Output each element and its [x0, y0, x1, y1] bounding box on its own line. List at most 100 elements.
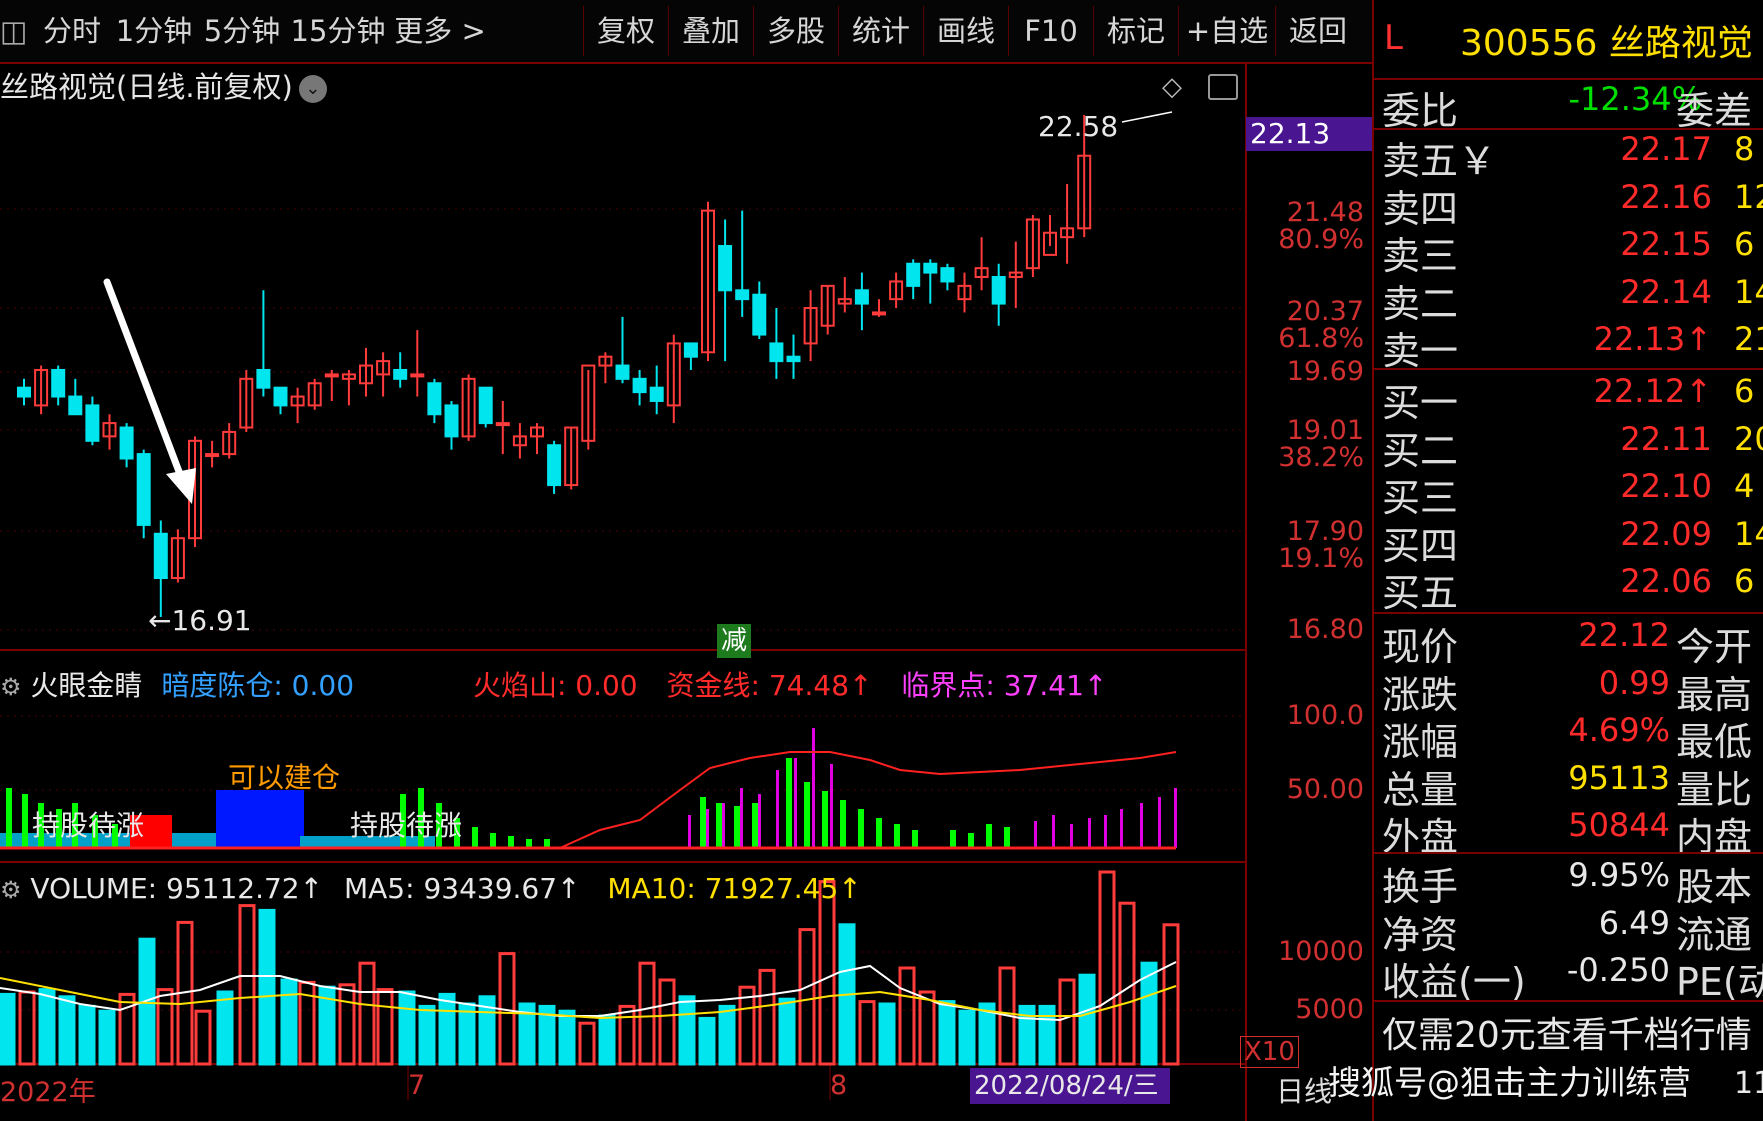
volume-bar: [558, 1009, 576, 1066]
axis-pct-3: 38.2%: [1278, 442, 1364, 473]
stat-row[interactable]: 现价 今开 22.12: [1374, 616, 1763, 669]
window-icon[interactable]: [1208, 74, 1238, 100]
bid-row[interactable]: 买二2022.11: [1374, 419, 1763, 473]
ma5-value: MA5: 93439.67↑: [343, 872, 581, 905]
kline-chart[interactable]: [0, 0, 1372, 1121]
promo-text[interactable]: 仅需20元查看千档行情: [1382, 1006, 1752, 1058]
candle-body: [153, 532, 168, 580]
stat-row[interactable]: 净资 流通 6.49: [1374, 903, 1763, 957]
huoyanshan-value: 火焰山: 0.00: [472, 669, 638, 702]
chart-title[interactable]: 丝路视觉(日线.前复权) ⌄: [0, 64, 327, 106]
stat-row[interactable]: 涨跌 最高 0.99: [1374, 664, 1763, 717]
period-label[interactable]: 日线: [1276, 1070, 1332, 1110]
candle-body: [940, 267, 955, 283]
indicator-green-bar: [968, 833, 974, 848]
volume-bar: [878, 1002, 896, 1066]
volume-bar: [818, 880, 836, 1066]
indicator-magenta-bar: [776, 770, 779, 848]
stat-row[interactable]: 总量 量比 95113: [1374, 759, 1763, 812]
indicator-green-bar: [786, 758, 792, 848]
candle-body: [923, 262, 938, 274]
indicator-magenta-bar: [1174, 788, 1177, 848]
bid-volume: 6: [1734, 372, 1755, 410]
chevron-down-icon[interactable]: ⌄: [298, 75, 327, 103]
candle-body: [735, 289, 750, 301]
indicator-green-bar: [1004, 827, 1010, 848]
ask-row[interactable]: 卖二1422.14: [1374, 272, 1763, 326]
indicator-green-bar: [752, 803, 758, 848]
bid-row[interactable]: 买一 6 22.12↑: [1374, 372, 1763, 425]
volume-bar: [1058, 978, 1076, 1066]
weibi-row: 委比 -12.34% 委差: [1374, 80, 1763, 133]
volume-bar: [258, 908, 276, 1066]
zijinxian-value: 资金线: 74.48↑: [666, 669, 873, 702]
stat-row[interactable]: 外盘 内盘 50844: [1374, 806, 1763, 859]
volume-bar: [194, 1009, 212, 1066]
ask-row[interactable]: 卖一 21 22.13↑: [1374, 320, 1763, 373]
settings-icon[interactable]: ⚙: [0, 876, 22, 904]
candle-body: [615, 364, 630, 380]
divider: [1374, 612, 1763, 614]
candle-body: [51, 368, 66, 398]
volume-unit: X10: [1240, 1036, 1299, 1068]
indicator-green-bar: [6, 788, 12, 848]
settings-icon[interactable]: ⚙: [0, 673, 22, 701]
volume-bar: [78, 1004, 96, 1066]
low-price-label: ←16.91: [148, 604, 252, 637]
indicator-name[interactable]: 火眼金睛: [30, 669, 142, 702]
candle-body: [205, 453, 220, 458]
stat-row[interactable]: 收益(一)PE(动-0.250: [1374, 951, 1763, 1004]
candle-body: [427, 382, 442, 416]
bid-price: 22.12↑: [1593, 372, 1712, 410]
candle-body: [17, 386, 31, 398]
candle-body: [906, 262, 921, 287]
candle-body: [324, 373, 339, 378]
indicator-blue-block: [216, 790, 304, 848]
volume-bar: [938, 1000, 956, 1066]
volume-bar: [618, 1004, 636, 1066]
indicator-magenta-bar: [1120, 809, 1123, 848]
bid-volume: 20: [1734, 419, 1763, 458]
weibi-label: 委比: [1382, 89, 1459, 133]
volume-bar: [0, 992, 16, 1066]
volume-bar: [1098, 870, 1116, 1066]
candle-body: [547, 444, 562, 487]
ask-volume: 12: [1734, 177, 1763, 216]
watermark-text: 搜狐号@狙击主力训练营: [1328, 1063, 1691, 1102]
current-price-tag: 22.13: [1246, 117, 1376, 151]
ask-label: 卖一: [1382, 329, 1459, 373]
ask-price: 22.14: [1620, 272, 1712, 311]
diamond-icon[interactable]: ◇: [1162, 72, 1182, 102]
volume-bar: [698, 1016, 716, 1066]
candle-body: [872, 311, 886, 316]
indicator-magenta-bar: [688, 815, 691, 848]
l-badge[interactable]: L: [1384, 18, 1403, 58]
bid-row[interactable]: 买五 6 22.06: [1374, 562, 1763, 615]
ask-row[interactable]: 卖四1222.16: [1374, 177, 1763, 231]
volume-bar: [1162, 923, 1180, 1066]
indicator-magenta-bar: [1158, 797, 1161, 848]
volume-bar: [156, 988, 174, 1066]
ask-row[interactable]: 卖五￥ 8 22.17: [1374, 130, 1763, 183]
stat-row[interactable]: 涨幅 最低 4.69%: [1374, 711, 1763, 764]
bid-row[interactable]: 买四1422.09: [1374, 515, 1763, 568]
ask-price: 22.17: [1620, 130, 1712, 168]
ask-row[interactable]: 卖三 6 22.15: [1374, 225, 1763, 278]
indicator-green-bar: [912, 830, 918, 848]
volume-bar: [438, 992, 456, 1066]
ask-volume: 6: [1734, 225, 1755, 263]
indicator-green-bar: [700, 797, 706, 848]
indicator-magenta-bar: [1070, 824, 1073, 848]
stat-value: 6.49: [1598, 903, 1670, 942]
stat-row[interactable]: 换手 股本 9.95%: [1374, 856, 1763, 909]
volume-value: VOLUME: 95112.72↑: [30, 872, 324, 905]
indicator-magenta-bar: [794, 758, 797, 848]
axis-pct-4: 19.1%: [1278, 543, 1364, 574]
volume-bar: [898, 966, 916, 1066]
candle-body: [632, 377, 647, 394]
bid-volume: 4: [1734, 467, 1755, 505]
candle-body: [444, 404, 459, 438]
indicator-green-bar: [508, 836, 514, 848]
volume-bar: [38, 988, 56, 1066]
bid-row[interactable]: 买三 4 22.10: [1374, 467, 1763, 520]
